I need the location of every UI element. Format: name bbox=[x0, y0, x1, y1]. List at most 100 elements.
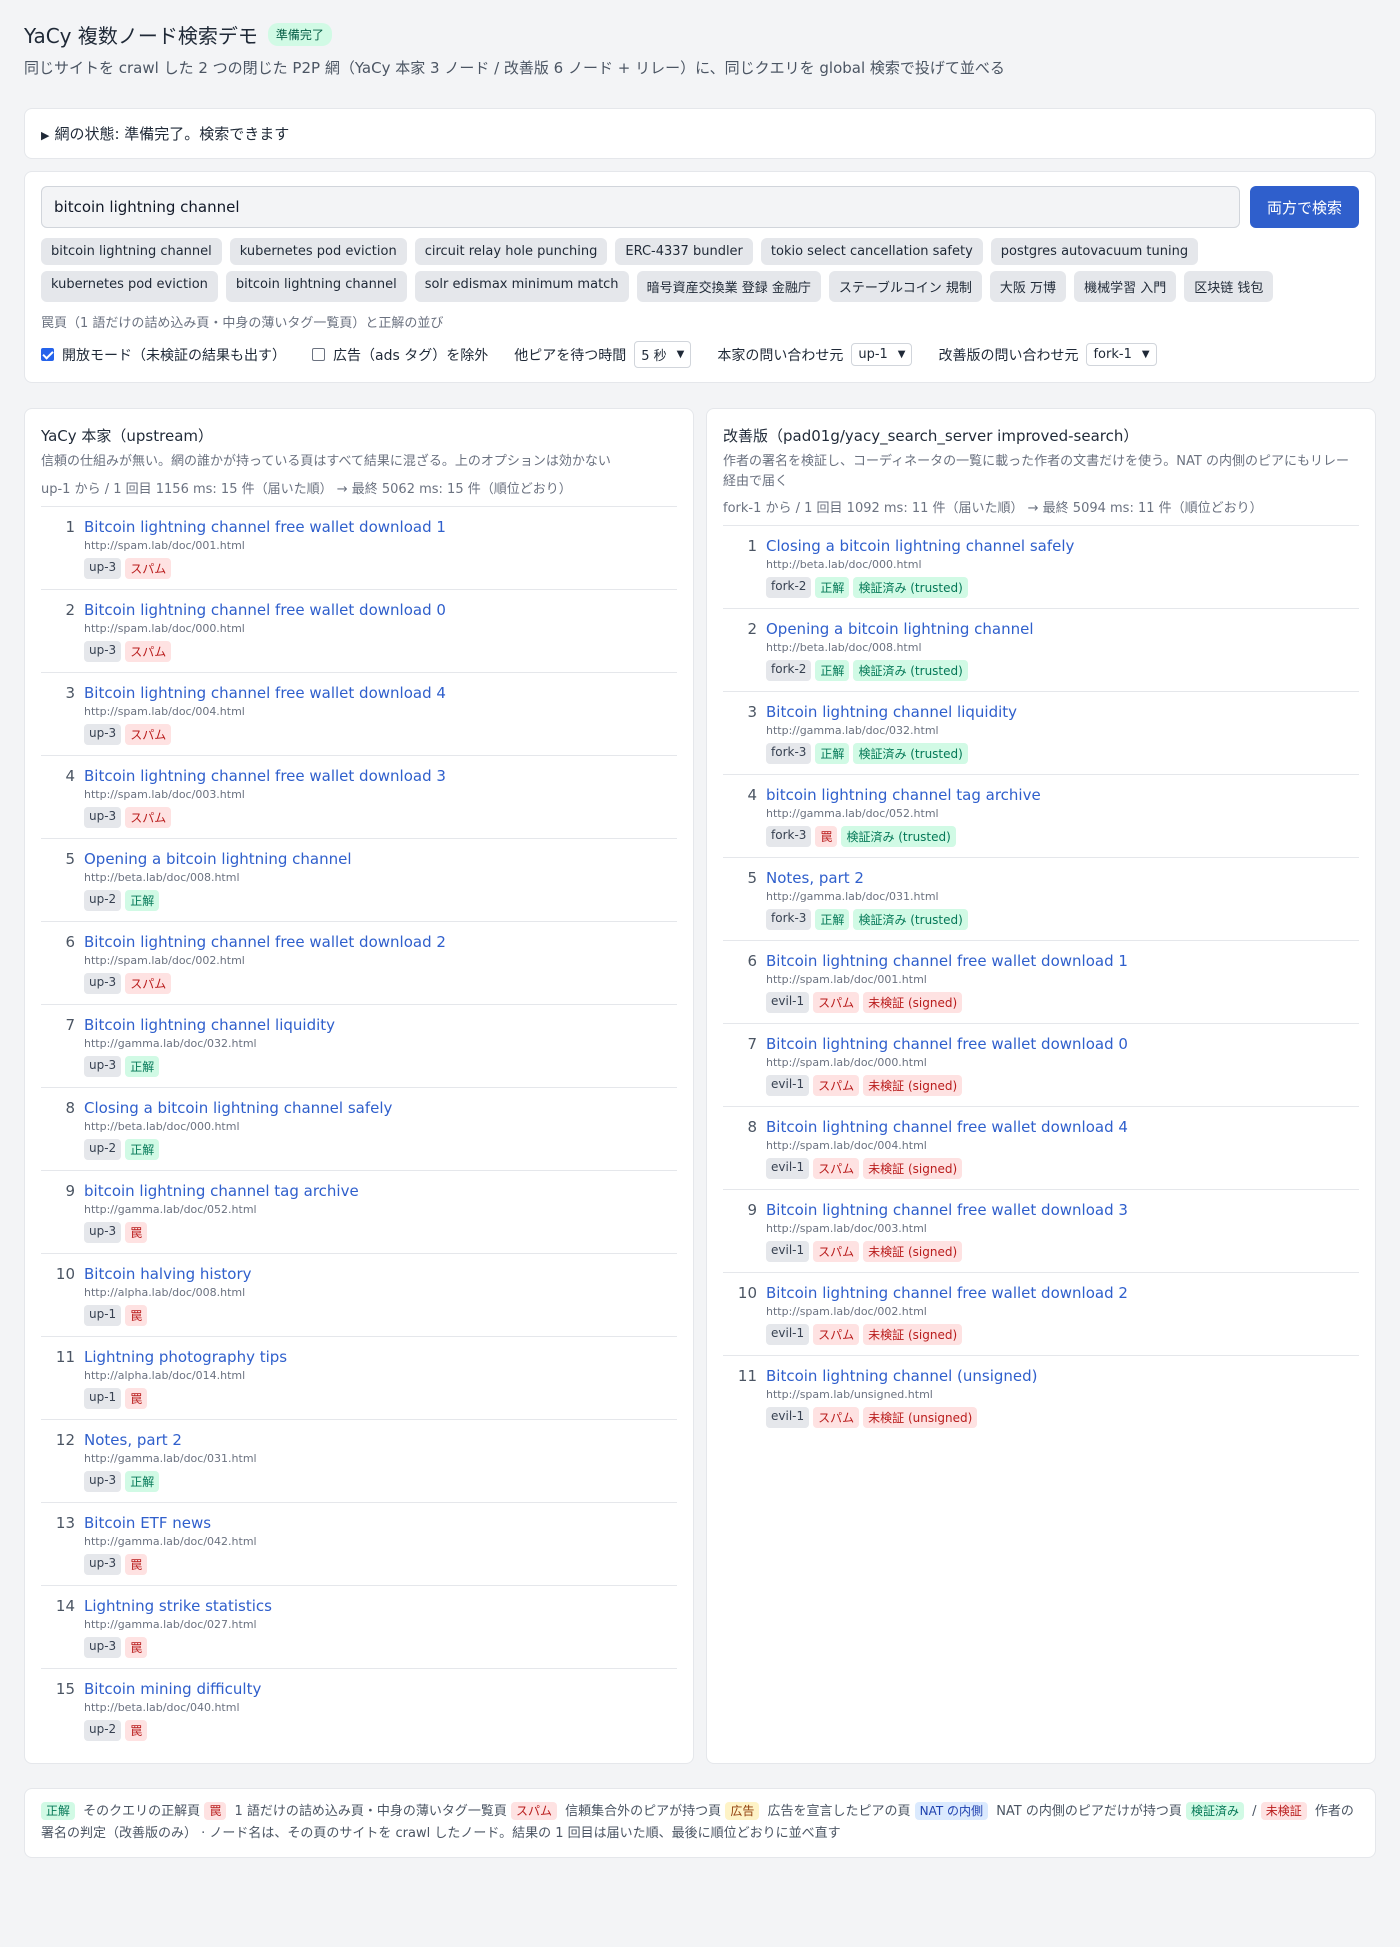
result-title-link[interactable]: Lightning photography tips bbox=[84, 1348, 287, 1366]
query-chip[interactable]: 機械学習 入門 bbox=[1074, 271, 1177, 302]
query-chip[interactable]: kubernetes pod eviction bbox=[229, 238, 407, 265]
result-tags: up-3 罠 bbox=[84, 1636, 272, 1658]
result-title-link[interactable]: Bitcoin lightning channel free wallet do… bbox=[84, 684, 446, 702]
result-body: Bitcoin lightning channel free wallet do… bbox=[766, 1201, 1128, 1262]
result-url: http://beta.lab/doc/000.html bbox=[766, 558, 922, 571]
result-title-link[interactable]: Bitcoin lightning channel free wallet do… bbox=[84, 767, 446, 785]
node-tag: up-2 bbox=[84, 1138, 122, 1160]
query-chip[interactable]: bitcoin lightning channel bbox=[225, 271, 407, 302]
result-title-link[interactable]: Bitcoin lightning channel free wallet do… bbox=[766, 1118, 1128, 1136]
result-body: Closing a bitcoin lightning channel safe… bbox=[766, 537, 1074, 598]
wait-time-select[interactable]: 5 秒 ▼ bbox=[634, 341, 692, 368]
results-columns: YaCy 本家（upstream） 信頼の仕組みが無い。網の誰かが持っている頁は… bbox=[24, 408, 1376, 1764]
result-title-link[interactable]: Bitcoin lightning channel free wallet do… bbox=[766, 952, 1128, 970]
result-title-link[interactable]: Lightning strike statistics bbox=[84, 1597, 272, 1615]
result-title-link[interactable]: Bitcoin lightning channel free wallet do… bbox=[766, 1035, 1128, 1053]
open-mode-checkbox[interactable] bbox=[41, 348, 54, 361]
result-url: http://spam.lab/doc/004.html bbox=[766, 1139, 927, 1152]
result-item: 8 Closing a bitcoin lightning channel saf… bbox=[41, 1088, 677, 1171]
query-chip[interactable]: solr edismax minimum match bbox=[414, 271, 629, 302]
result-title-link[interactable]: Bitcoin mining difficulty bbox=[84, 1680, 261, 1698]
result-title-link[interactable]: Bitcoin lightning channel liquidity bbox=[84, 1016, 335, 1034]
search-input[interactable] bbox=[41, 186, 1240, 228]
query-chip[interactable]: tokio select cancellation safety bbox=[760, 238, 983, 265]
query-chip[interactable]: 暗号資産交換業 登録 金融庁 bbox=[636, 271, 821, 302]
verification-tag: 未検証 (signed) bbox=[863, 1075, 963, 1096]
result-title-link[interactable]: Opening a bitcoin lightning channel bbox=[84, 850, 352, 868]
page-title: YaCy 複数ノード検索デモ bbox=[24, 24, 258, 48]
result-title-link[interactable]: Bitcoin lightning channel free wallet do… bbox=[84, 933, 446, 951]
result-item: 1 Bitcoin lightning channel free wallet d… bbox=[41, 507, 677, 590]
result-tags: fork-3 罠検証済み (trusted) bbox=[766, 826, 1041, 847]
chevron-down-icon: ▼ bbox=[1141, 349, 1150, 360]
fork-column: 改善版（pad01g/yacy_search_server improved-s… bbox=[706, 408, 1376, 1764]
result-body: Bitcoin lightning channel (unsigned) http… bbox=[766, 1367, 1038, 1428]
query-chip[interactable]: ERC-4337 bundler bbox=[615, 238, 753, 265]
query-chip[interactable]: circuit relay hole punching bbox=[414, 238, 608, 265]
result-item: 1 Closing a bitcoin lightning channel saf… bbox=[723, 526, 1359, 609]
judgement-tag: スパム bbox=[813, 1158, 860, 1179]
verification-tag: 未検証 (unsigned) bbox=[863, 1407, 978, 1428]
result-tags: fork-2 正解 検証済み (trusted) bbox=[766, 577, 1074, 598]
exclude-ads-checkbox[interactable] bbox=[312, 348, 325, 361]
result-rank: 9 bbox=[747, 1201, 757, 1219]
upstream-source-select[interactable]: up-1 ▼ bbox=[851, 343, 913, 366]
judgement-tag: 正解 bbox=[125, 1138, 160, 1160]
judgement-tag: 正解 bbox=[815, 577, 850, 598]
query-chip[interactable]: 区块链 钱包 bbox=[1184, 271, 1274, 302]
upstream-title: YaCy 本家（upstream） bbox=[41, 427, 214, 445]
node-tag: up-3 bbox=[84, 1055, 122, 1077]
result-title-link[interactable]: bitcoin lightning channel tag archive bbox=[84, 1182, 359, 1200]
query-chip[interactable]: 大阪 万博 bbox=[989, 271, 1067, 302]
open-mode-option[interactable]: 開放モード（未検証の結果も出す） bbox=[41, 345, 286, 365]
result-title-link[interactable]: bitcoin lightning channel tag archive bbox=[766, 786, 1041, 804]
query-chip[interactable]: postgres autovacuum tuning bbox=[990, 238, 1199, 265]
result-title-link[interactable]: Notes, part 2 bbox=[84, 1431, 257, 1449]
verification-tag: 未検証 (signed) bbox=[863, 1324, 963, 1345]
query-chip[interactable]: bitcoin lightning channel bbox=[41, 238, 222, 265]
result-title-link[interactable]: Bitcoin lightning channel liquidity bbox=[766, 703, 1017, 721]
judgement-tag: スパム bbox=[813, 1241, 860, 1262]
result-title-link[interactable]: Bitcoin lightning channel free wallet do… bbox=[84, 601, 446, 619]
query-chip[interactable]: kubernetes pod eviction bbox=[41, 271, 218, 302]
result-body: Opening a bitcoin lightning channel http:… bbox=[766, 620, 1034, 681]
result-tags: up-3 罠 bbox=[84, 1221, 359, 1243]
search-both-button[interactable]: 両方で検索 bbox=[1249, 186, 1359, 228]
result-title-link[interactable]: Bitcoin ETF news bbox=[84, 1514, 257, 1532]
result-tags: evil-1 スパム 未検証 (signed) bbox=[766, 1324, 1128, 1345]
upstream-timing: up-1 から / 1 回目 1156 ms: 15 件（届いた順） → 最終 … bbox=[41, 478, 677, 507]
result-body: Bitcoin lightning channel liquidity http:… bbox=[766, 703, 1017, 764]
result-title-link[interactable]: Bitcoin lightning channel free wallet do… bbox=[766, 1284, 1128, 1302]
result-title-link[interactable]: Closing a bitcoin lightning channel safe… bbox=[84, 1099, 392, 1117]
result-title-link[interactable]: Closing a bitcoin lightning channel safe… bbox=[766, 537, 1074, 555]
result-title-link[interactable]: Bitcoin lightning channel free wallet do… bbox=[84, 518, 446, 536]
disclosure-triangle-icon: ▶ bbox=[41, 129, 50, 142]
exclude-ads-option[interactable]: 広告（ads タグ）を除外 bbox=[312, 345, 488, 365]
fork-source-select[interactable]: fork-1 ▼ bbox=[1086, 343, 1157, 366]
network-status-toggle[interactable]: ▶ 網の状態: 準備完了。検索できます bbox=[24, 108, 1376, 159]
result-title-link[interactable]: Opening a bitcoin lightning channel bbox=[766, 620, 1034, 638]
result-item: 14 Lightning strike statistics http://gamm… bbox=[41, 1586, 677, 1669]
result-body: Bitcoin mining difficulty http://beta.lab… bbox=[84, 1680, 261, 1741]
result-title-link[interactable]: Notes, part 2 bbox=[766, 869, 968, 887]
result-body: Lightning strike statistics http://gamma.… bbox=[84, 1597, 272, 1658]
judgement-tag: 罠 bbox=[125, 1387, 148, 1409]
page: YaCy 複数ノード検索デモ 準備完了 同じサイトを crawl した 2 つの… bbox=[0, 0, 1400, 1898]
node-tag: evil-1 bbox=[766, 1158, 810, 1179]
result-tags: evil-1 スパム 未検証 (unsigned) bbox=[766, 1407, 1038, 1428]
legend-spam-tag: スパム bbox=[511, 1801, 558, 1820]
result-url: http://beta.lab/doc/040.html bbox=[84, 1700, 240, 1714]
node-tag: up-2 bbox=[84, 889, 122, 911]
result-url: http://gamma.lab/doc/042.html bbox=[84, 1534, 257, 1548]
result-item: 4 Bitcoin lightning channel free wallet d… bbox=[41, 756, 677, 839]
result-tags: up-3 正解 bbox=[84, 1470, 257, 1492]
result-url: http://beta.lab/doc/000.html bbox=[84, 1119, 240, 1133]
query-chip[interactable]: ステーブルコイン 規制 bbox=[828, 271, 982, 302]
node-tag: evil-1 bbox=[766, 1075, 810, 1096]
result-title-link[interactable]: Bitcoin lightning channel free wallet do… bbox=[766, 1201, 1128, 1219]
result-title-link[interactable]: Bitcoin lightning channel (unsigned) bbox=[766, 1367, 1038, 1385]
result-title-link[interactable]: Bitcoin halving history bbox=[84, 1265, 252, 1283]
result-rank: 13 bbox=[55, 1513, 75, 1532]
result-tags: up-1 罠 bbox=[84, 1387, 287, 1409]
result-rank: 3 bbox=[65, 683, 75, 702]
